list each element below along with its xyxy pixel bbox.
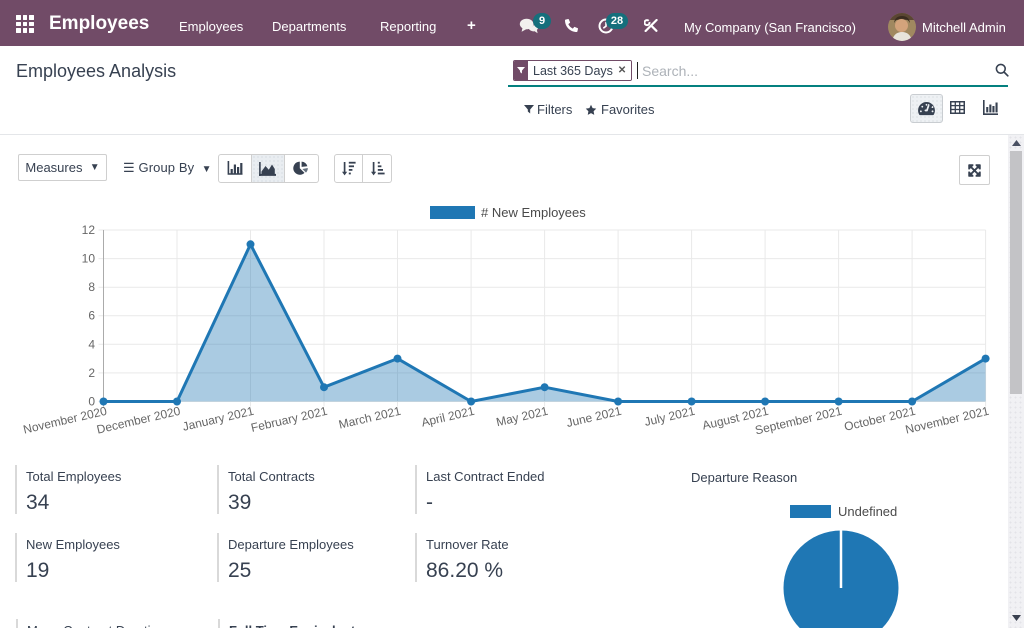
svg-text:10: 10 [82,252,96,266]
svg-text:May 2021: May 2021 [495,404,550,430]
svg-text:November 2020: November 2020 [22,404,109,437]
svg-text:# New Employees: # New Employees [481,205,586,220]
svg-text:November 2021: November 2021 [904,404,991,437]
svg-text:March 2021: March 2021 [337,404,402,432]
svg-text:January 2021: January 2021 [181,404,255,434]
svg-text:2: 2 [88,366,95,380]
svg-text:12: 12 [82,223,96,237]
svg-text:July 2021: July 2021 [643,404,697,429]
svg-text:6: 6 [88,309,95,323]
svg-text:4: 4 [88,337,95,351]
svg-text:December 2020: December 2020 [95,404,182,437]
svg-text:February 2021: February 2021 [249,404,329,435]
svg-text:8: 8 [88,280,95,294]
svg-text:April 2021: April 2021 [420,404,476,430]
svg-text:June 2021: June 2021 [565,404,623,430]
svg-text:Undefined: Undefined [838,504,897,519]
